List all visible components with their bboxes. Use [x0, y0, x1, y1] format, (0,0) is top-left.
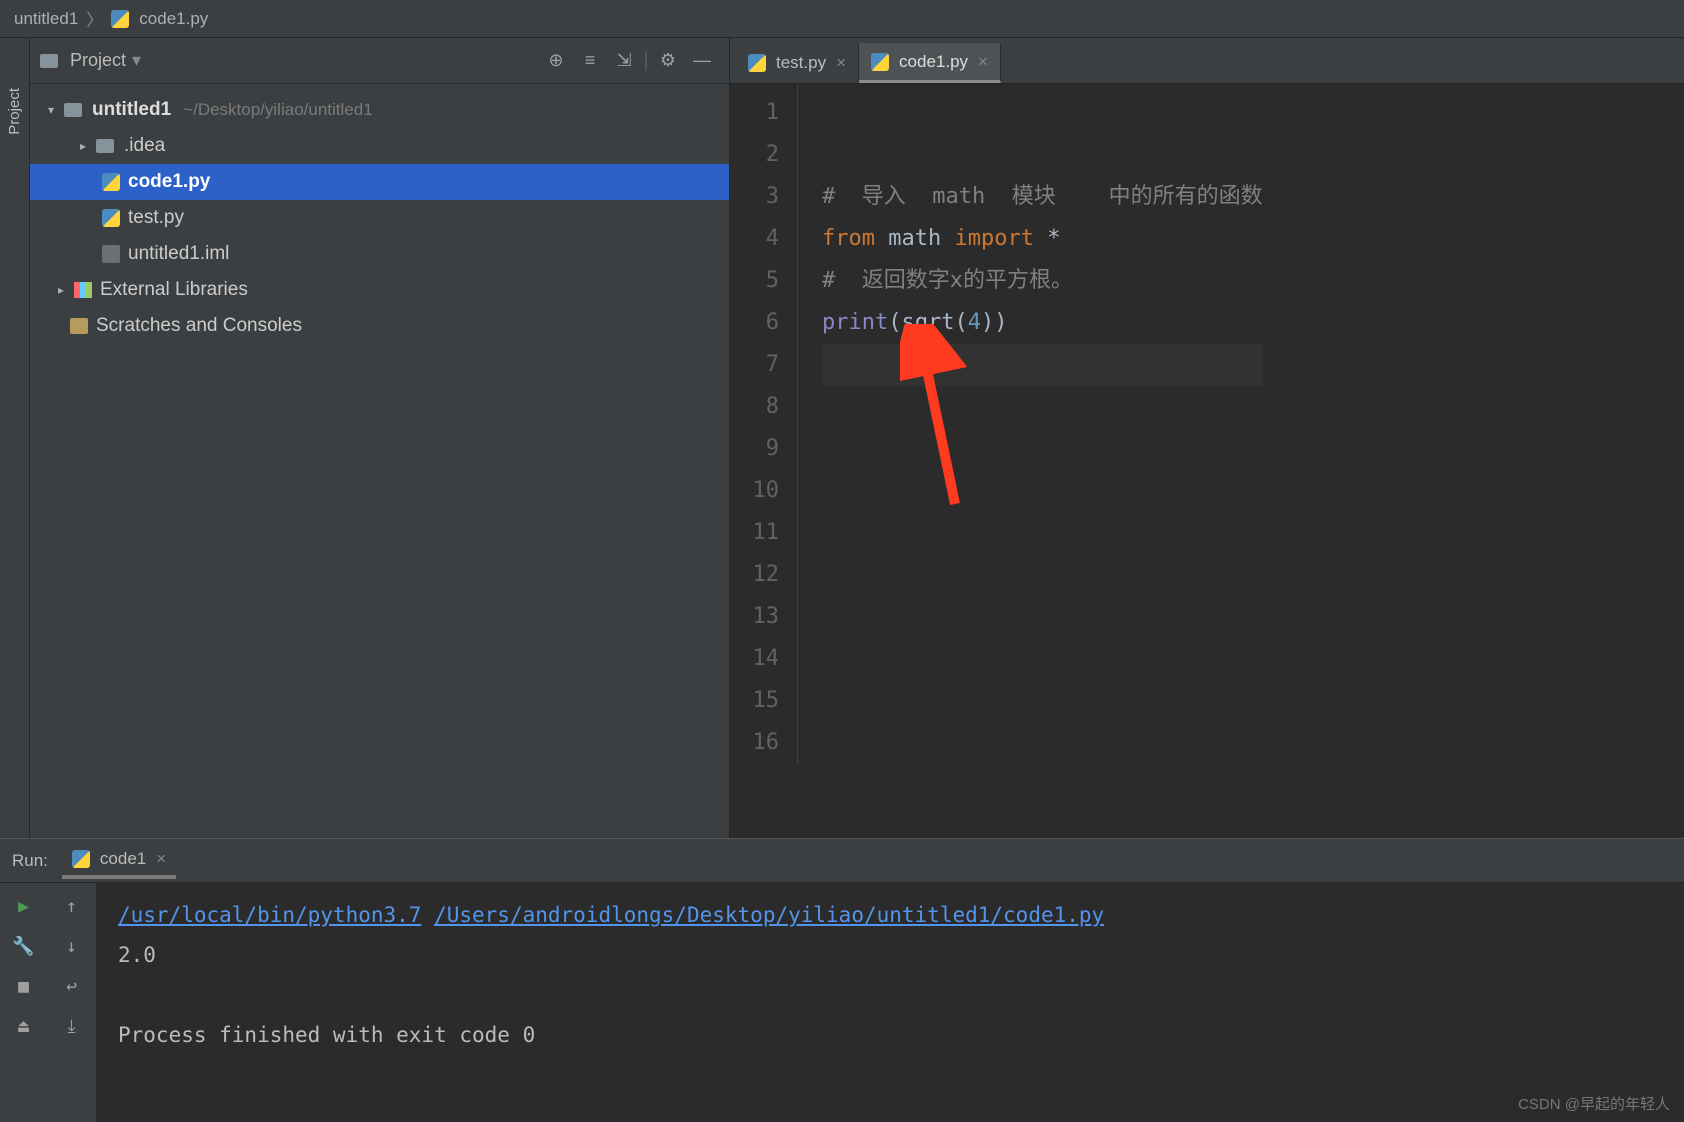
editor: test.py × code1.py × 1234567 89101112131… [730, 38, 1684, 838]
python-file-icon [102, 209, 120, 227]
tree-root[interactable]: ▾ untitled1 ~/Desktop/yiliao/untitled1 [30, 92, 729, 128]
tree-file-test[interactable]: test.py [30, 200, 729, 236]
code-kw: from [822, 226, 888, 251]
editor-tabs: test.py × code1.py × [730, 38, 1684, 84]
project-tool-button[interactable]: Project [6, 88, 23, 135]
panel-title[interactable]: Project [70, 50, 126, 71]
folder-icon [40, 54, 58, 68]
tree-label: code1.py [128, 171, 210, 193]
gear-icon[interactable]: ⚙ [655, 48, 681, 74]
library-icon [74, 282, 92, 298]
locate-icon[interactable]: ⊕ [543, 48, 569, 74]
close-icon[interactable]: × [156, 849, 166, 869]
minimize-icon[interactable]: — [689, 48, 715, 74]
tree-file-iml[interactable]: untitled1.iml [30, 236, 729, 272]
watermark: CSDN @早起的年轻人 [1518, 1093, 1670, 1114]
debug-button[interactable]: 🔧 [11, 933, 37, 959]
chevron-right-icon: 〉 [86, 6, 103, 31]
code-op: ( [888, 310, 901, 335]
chevron-down-icon[interactable]: ▾ [42, 103, 60, 117]
tree-label: untitled1.iml [128, 243, 229, 265]
tree-scratches[interactable]: Scratches and Consoles [30, 308, 729, 344]
run-toolbar-primary: ▶ 🔧 ■ ⏏ [0, 883, 48, 1122]
run-title: Run: [12, 851, 48, 871]
code-lines[interactable]: # 导入 math 模块 中的所有的函数 from math import * … [798, 84, 1263, 764]
soft-wrap-icon[interactable]: ↩ [59, 973, 85, 999]
python-file-icon [111, 10, 129, 28]
output-line: 2.0 [118, 935, 1662, 975]
chevron-right-icon[interactable]: ▸ [74, 139, 92, 153]
code-comment: # 返回数字x的平方根。 [822, 268, 1073, 293]
tree-label: .idea [124, 135, 165, 157]
code-number: 4 [968, 310, 981, 335]
script-link[interactable]: /Users/androidlongs/Desktop/yiliao/untit… [434, 903, 1104, 927]
tree-idea-dir[interactable]: ▸ .idea [30, 128, 729, 164]
code-comment: # 导入 math 模块 中的所有的函数 [822, 184, 1263, 209]
tab-label: test.py [776, 53, 826, 73]
expand-all-icon[interactable]: ≡ [577, 48, 603, 74]
project-tree: ▾ untitled1 ~/Desktop/yiliao/untitled1 ▸… [30, 84, 729, 352]
tree-path: ~/Desktop/yiliao/untitled1 [183, 100, 372, 120]
dropdown-icon[interactable]: ▾ [132, 50, 141, 71]
tab-label: code1.py [899, 52, 968, 72]
python-file-icon [102, 173, 120, 191]
python-file-icon [72, 850, 90, 868]
run-panel-header: Run: code1 × [0, 839, 1684, 883]
iml-file-icon [102, 245, 120, 263]
tree-label: test.py [128, 207, 184, 229]
tree-label: untitled1 [92, 99, 171, 121]
run-toolbar-secondary: ↑ ↓ ↩ ⤓ [48, 883, 96, 1122]
project-panel-header: Project ▾ ⊕ ≡ ⇲ ⚙ — [30, 38, 729, 84]
run-panel: Run: code1 × ▶ 🔧 ■ ⏏ ↑ ↓ ↩ ⤓ /usr/local/… [0, 838, 1684, 1122]
code-text: * [1047, 226, 1060, 251]
collapse-all-icon[interactable]: ⇲ [611, 48, 637, 74]
python-file-icon [748, 54, 766, 72]
tree-external-libraries[interactable]: ▸ External Libraries [30, 272, 729, 308]
chevron-right-icon[interactable]: ▸ [52, 283, 70, 297]
tab-code1[interactable]: code1.py × [859, 43, 1001, 83]
tab-test[interactable]: test.py × [736, 43, 859, 83]
folder-icon [96, 139, 114, 153]
code-op: )) [981, 310, 1008, 335]
run-tab[interactable]: code1 × [62, 843, 176, 879]
code-editor[interactable]: 1234567 8910111213141516 # 导入 math 模块 中的… [730, 84, 1684, 764]
stop-button[interactable]: ■ [11, 973, 37, 999]
close-icon[interactable]: × [978, 52, 988, 72]
breadcrumb: untitled1 〉 code1.py [0, 0, 1684, 38]
run-tab-label: code1 [100, 849, 146, 869]
up-icon[interactable]: ↑ [59, 893, 85, 919]
run-output[interactable]: /usr/local/bin/python3.7 /Users/androidl… [96, 883, 1684, 1122]
close-icon[interactable]: × [836, 53, 846, 73]
exit-button[interactable]: ⏏ [11, 1013, 37, 1039]
tree-label: Scratches and Consoles [96, 315, 302, 337]
code-kw: import [954, 226, 1047, 251]
down-icon[interactable]: ↓ [59, 933, 85, 959]
run-button[interactable]: ▶ [11, 893, 37, 919]
scratches-icon [70, 318, 88, 334]
code-builtin: print [822, 310, 888, 335]
exit-message: Process finished with exit code 0 [118, 1015, 1662, 1055]
breadcrumb-root[interactable]: untitled1 [14, 9, 78, 29]
tree-file-code1[interactable]: code1.py [30, 164, 729, 200]
interpreter-link[interactable]: /usr/local/bin/python3.7 [118, 903, 421, 927]
project-folder-icon [64, 103, 82, 117]
breadcrumb-file[interactable]: code1.py [139, 9, 208, 29]
tree-label: External Libraries [100, 279, 248, 301]
divider [645, 51, 647, 71]
code-text: math [888, 226, 954, 251]
left-tool-rail: Project [0, 38, 30, 838]
code-fn: sqrt [901, 310, 954, 335]
code-op: ( [954, 310, 967, 335]
gutter: 1234567 8910111213141516 [730, 84, 798, 764]
scroll-to-end-icon[interactable]: ⤓ [59, 1013, 85, 1039]
python-file-icon [871, 53, 889, 71]
project-panel: Project ▾ ⊕ ≡ ⇲ ⚙ — ▾ untitled1 ~/Deskto… [30, 38, 730, 838]
